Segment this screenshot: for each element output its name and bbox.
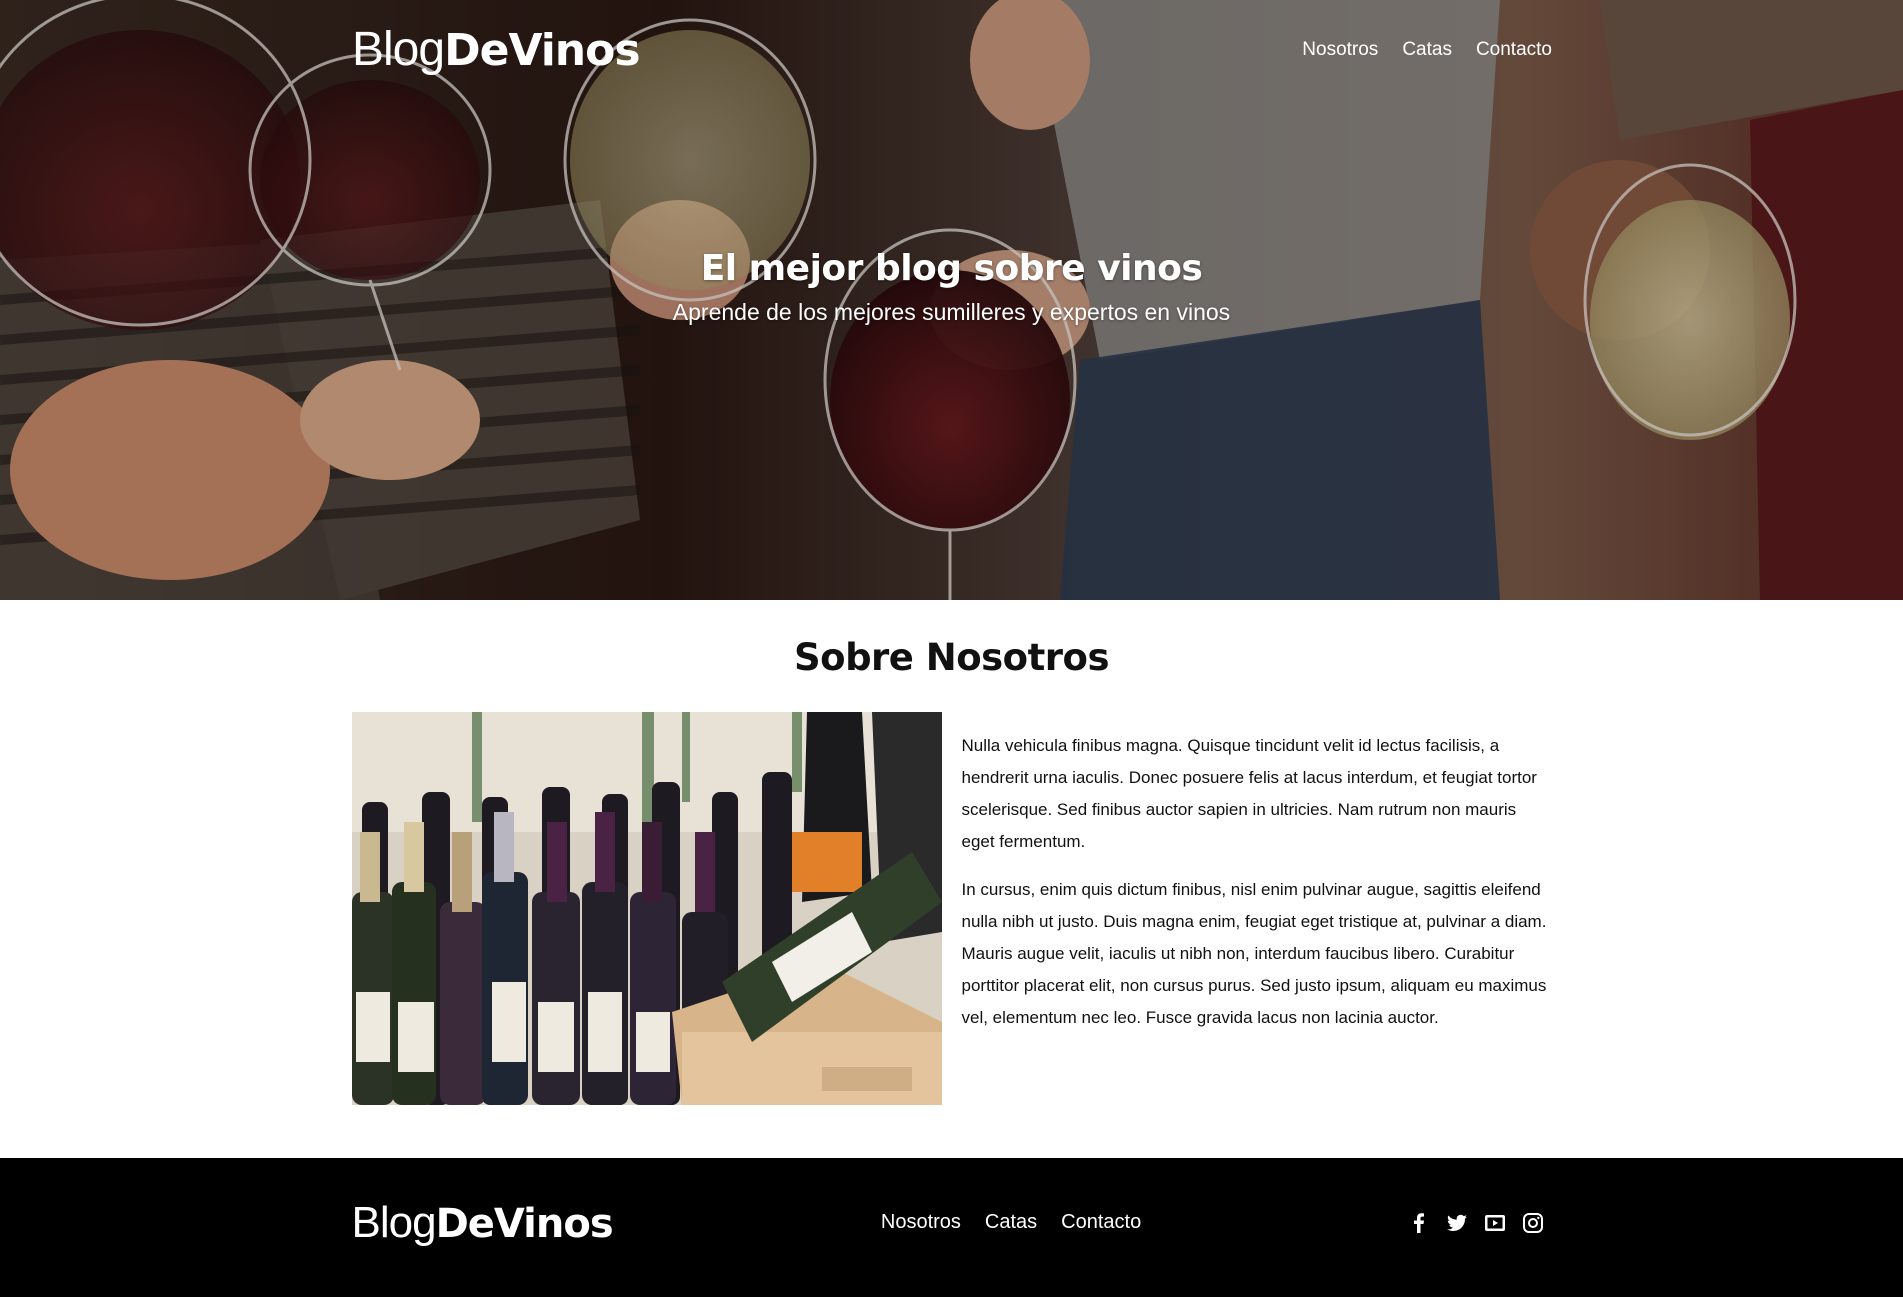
header-nav: Nosotros Catas Contacto xyxy=(1302,39,1552,61)
about-section: Sobre Nosotros Nulla vehicula finibus ma… xyxy=(0,600,1903,1158)
header-logo[interactable]: BlogDeVinos xyxy=(352,23,641,76)
instagram-icon[interactable] xyxy=(1523,1212,1544,1233)
about-text: Nulla vehicula finibus magna. Quisque ti… xyxy=(962,712,1552,1105)
footer-nav-link-nosotros[interactable]: Nosotros xyxy=(881,1211,961,1234)
hero-title: El mejor blog sobre vinos xyxy=(700,248,1203,289)
site-header: BlogDeVinos Nosotros Catas Contacto xyxy=(352,20,1552,80)
footer-logo[interactable]: BlogDeVinos xyxy=(351,1197,614,1247)
site-footer: BlogDeVinos Nosotros Catas Contacto xyxy=(0,1158,1903,1297)
about-paragraph-1: Nulla vehicula finibus magna. Quisque ti… xyxy=(961,736,1537,851)
nav-link-nosotros[interactable]: Nosotros xyxy=(1302,39,1378,61)
facebook-icon[interactable] xyxy=(1409,1212,1429,1233)
wine-bottles-image xyxy=(351,712,942,1105)
nav-link-catas[interactable]: Catas xyxy=(1402,39,1452,61)
footer-nav-link-catas[interactable]: Catas xyxy=(985,1211,1037,1234)
hero-subtitle: Aprende de los mejores sumilleres y expe… xyxy=(672,299,1231,325)
social-links xyxy=(1409,1212,1551,1233)
about-title: Sobre Nosotros xyxy=(794,636,1109,679)
footer-inner: BlogDeVinos Nosotros Catas Contacto xyxy=(352,1158,1552,1297)
youtube-icon[interactable] xyxy=(1485,1213,1506,1233)
hero-text: El mejor blog sobre vinos Aprende de los… xyxy=(0,248,1903,326)
nav-link-contacto[interactable]: Contacto xyxy=(1476,39,1552,61)
footer-logo-bold-text: DeVinos xyxy=(435,1200,614,1247)
footer-logo-light-text: Blog xyxy=(351,1197,437,1247)
footer-nav: Nosotros Catas Contacto xyxy=(881,1211,1141,1234)
about-paragraph-2: In cursus, enim quis dictum finibus, nis… xyxy=(961,880,1547,1027)
about-body: Nulla vehicula finibus magna. Quisque ti… xyxy=(351,712,1552,1105)
logo-bold-text: DeVinos xyxy=(444,25,640,76)
footer-nav-link-contacto[interactable]: Contacto xyxy=(1061,1211,1141,1234)
twitter-icon[interactable] xyxy=(1447,1213,1468,1233)
logo-light-text: Blog xyxy=(352,23,445,76)
hero-section: BlogDeVinos Nosotros Catas Contacto El m… xyxy=(0,0,1903,600)
